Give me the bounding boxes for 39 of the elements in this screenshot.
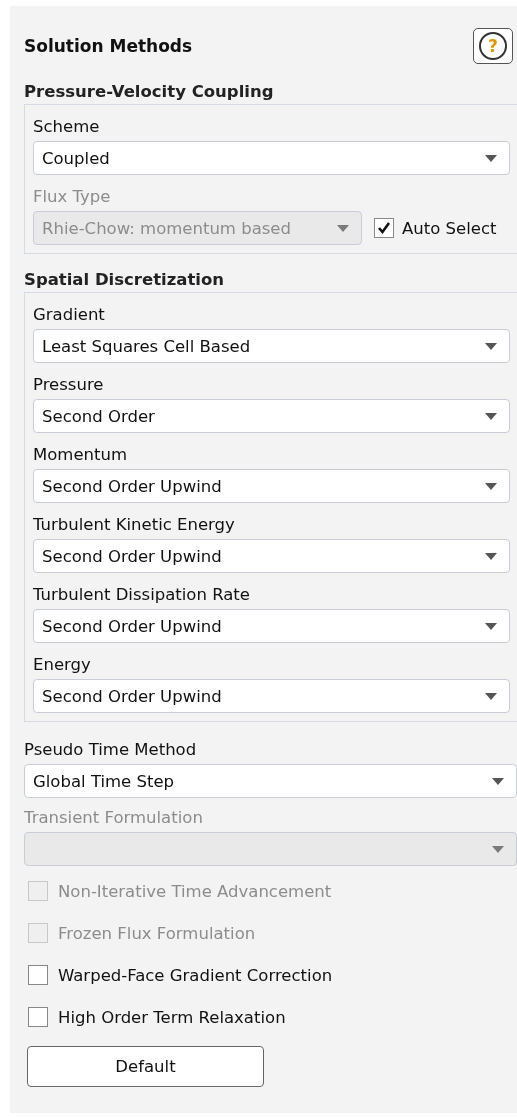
checkbox[interactable] (28, 965, 48, 985)
group-heading: Spatial Discretization (24, 269, 226, 291)
dropdown[interactable]: Least Squares Cell Based (33, 329, 510, 363)
caret-icon (492, 845, 504, 853)
checkbox-label: Warped-Face Gradient Correction (58, 965, 333, 985)
caret-icon (485, 154, 497, 162)
checkbox-label: Auto Select (402, 218, 497, 238)
field-label: Momentum (33, 444, 128, 466)
dropdown[interactable]: Second Order Upwind (33, 539, 510, 573)
dropdown[interactable]: Second Order (33, 399, 510, 433)
checkbox-label: High Order Term Relaxation (58, 1007, 286, 1027)
field-label: Turbulent Kinetic Energy (33, 514, 236, 536)
caret-icon (485, 482, 497, 490)
field-label: Gradient (33, 304, 106, 326)
default-button[interactable]: Default (27, 1046, 264, 1087)
field-label: Turbulent Dissipation Rate (33, 584, 251, 606)
field-label: Energy (33, 654, 92, 676)
checkbox[interactable] (28, 1007, 48, 1027)
dropdown[interactable]: Second Order Upwind (33, 679, 510, 713)
field-label: Pseudo Time Method (24, 739, 198, 761)
dropdown[interactable]: Second Order Upwind (33, 609, 510, 643)
caret-icon (485, 552, 497, 560)
dropdown[interactable]: Global Time Step (24, 764, 517, 798)
caret-icon (485, 692, 497, 700)
caret-icon (492, 777, 504, 785)
dropdown[interactable]: Coupled (33, 141, 510, 175)
group-heading: Pressure-Velocity Coupling (24, 81, 275, 103)
checkbox-label: Frozen Flux Formulation (58, 923, 256, 943)
field-label: Scheme (33, 116, 101, 138)
field-label: Transient Formulation (24, 807, 204, 829)
field-label: Pressure (33, 374, 105, 396)
dropdown[interactable]: Second Order Upwind (33, 469, 510, 503)
caret-icon (485, 412, 497, 420)
panel-title: Solution Methods (24, 36, 193, 56)
checkbox-label: Non-Iterative Time Advancement (58, 881, 332, 901)
caret-icon (485, 342, 497, 350)
field-label: Flux Type (33, 186, 112, 208)
caret-icon (485, 622, 497, 630)
caret-icon (337, 224, 349, 232)
